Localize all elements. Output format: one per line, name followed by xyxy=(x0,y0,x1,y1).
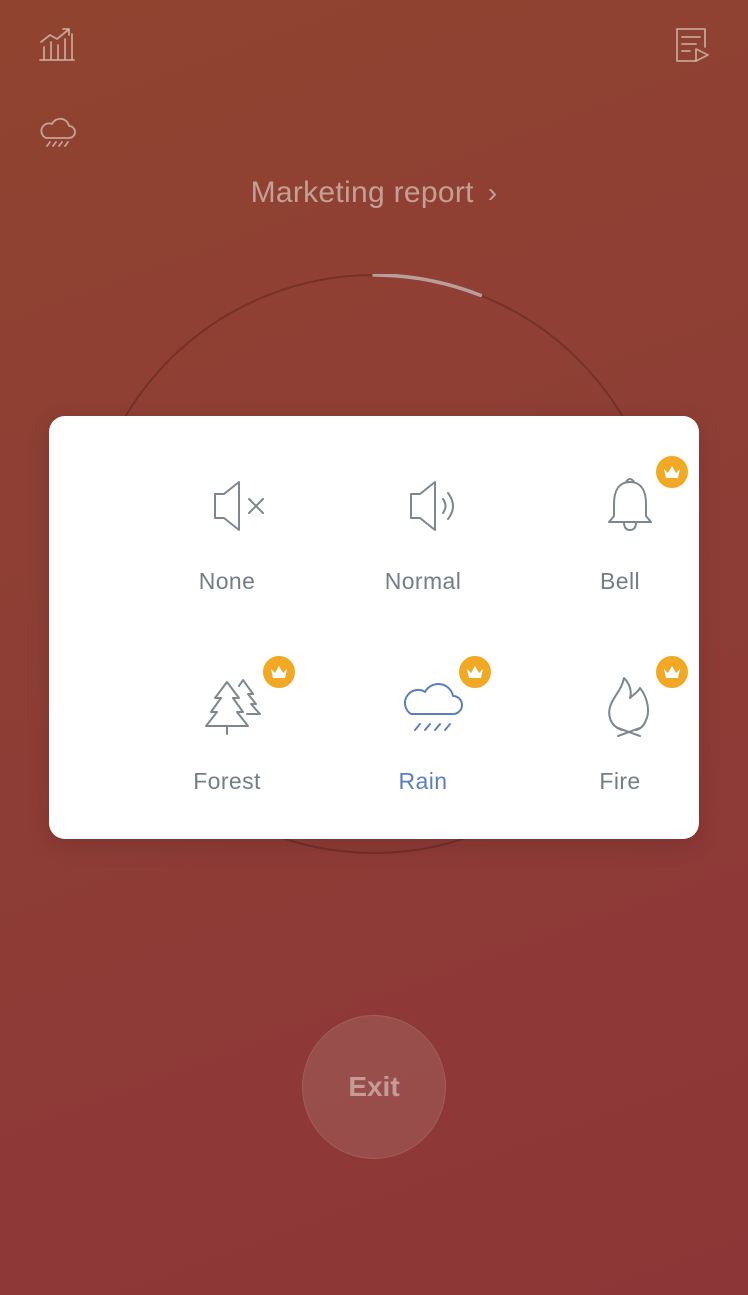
task-title: Marketing report xyxy=(250,176,474,209)
crown-icon xyxy=(664,666,680,678)
sound-option-label: Fire xyxy=(599,768,641,794)
sound-option-bell[interactable]: Bell xyxy=(522,454,718,654)
sound-option-label: Normal xyxy=(384,568,462,594)
stats-chart-icon xyxy=(39,28,75,61)
playlist-play-icon xyxy=(676,28,709,62)
timer-progress-arc xyxy=(372,274,483,298)
premium-badge xyxy=(457,654,493,690)
crown-icon xyxy=(467,666,483,678)
sound-option-rain[interactable]: Rain xyxy=(325,654,521,854)
sound-selection-panel: None Normal Bell Forest Rain Fire xyxy=(49,416,699,839)
exit-label: Exit xyxy=(348,1071,400,1102)
crown-icon xyxy=(271,666,287,678)
speaker-icon xyxy=(410,481,454,531)
playlist-button[interactable] xyxy=(668,22,714,68)
exit-button[interactable]: Exit xyxy=(302,1015,446,1159)
sound-button[interactable] xyxy=(34,108,80,154)
crown-icon xyxy=(664,466,680,478)
stats-button[interactable] xyxy=(34,22,80,68)
sound-option-none[interactable]: None xyxy=(129,464,325,654)
sound-option-label: Forest xyxy=(193,768,261,794)
sound-option-label: None xyxy=(198,568,256,594)
sound-option-label: Bell xyxy=(600,568,640,594)
sound-option-label: Rain xyxy=(398,768,448,794)
premium-badge xyxy=(261,654,297,690)
sound-option-forest[interactable]: Forest xyxy=(129,654,325,854)
chevron-right-icon: › xyxy=(487,177,498,208)
premium-badge xyxy=(654,454,690,490)
mute-speaker-icon xyxy=(214,481,264,531)
premium-badge xyxy=(654,654,690,690)
sound-option-normal[interactable]: Normal xyxy=(325,464,521,654)
focus-screen: Marketing report › Exit None Normal Bell… xyxy=(0,0,748,1295)
task-title-link[interactable]: Marketing report › xyxy=(0,176,748,210)
sound-option-fire[interactable]: Fire xyxy=(522,654,718,854)
rain-cloud-icon xyxy=(40,117,76,147)
